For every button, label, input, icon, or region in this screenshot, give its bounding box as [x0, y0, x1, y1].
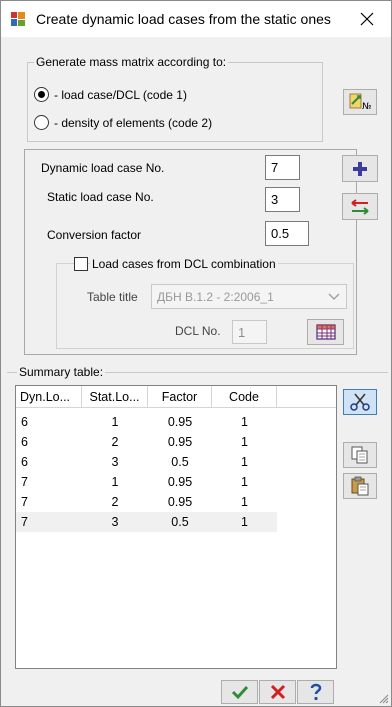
dcl-table-button[interactable] [307, 319, 344, 345]
cell-code: 1 [241, 475, 248, 489]
chevron-down-icon [328, 293, 340, 300]
ok-button[interactable] [221, 680, 258, 704]
col-dyn-load[interactable]: Dyn.Lo... [16, 386, 82, 408]
cell-dyn: 6 [21, 435, 28, 449]
cell-factor: 0.95 [167, 475, 193, 489]
dynamic-load-case-field[interactable]: 7 [265, 155, 300, 180]
table-row[interactable]: 6 1 0.95 1 [16, 412, 277, 432]
copy-button[interactable] [343, 442, 377, 468]
dcl-combination-label: Load cases from DCL combination [90, 257, 278, 271]
cell-stat: 3 [111, 455, 119, 469]
dynamic-load-case-label: Dynamic load case No. [41, 161, 165, 175]
col-code[interactable]: Code [212, 386, 277, 408]
col-factor[interactable]: Factor [148, 386, 212, 408]
cell-code: 1 [241, 435, 248, 449]
cell-factor: 0.95 [167, 495, 193, 509]
summary-legend: Summary table: [17, 365, 106, 379]
close-icon [360, 12, 374, 26]
cut-button[interactable] [343, 389, 377, 415]
scissors-icon [350, 393, 370, 411]
table-title-label: Table title [87, 290, 138, 304]
table-title-value: ДБН В.1.2 - 2:2006_1 [157, 289, 274, 304]
cell-factor: 0.95 [167, 415, 193, 429]
checkmark-icon [231, 685, 248, 700]
title-bar: Create dynamic load cases from the stati… [1, 1, 391, 37]
table-title-select[interactable]: ДБН В.1.2 - 2:2006_1 [151, 284, 347, 309]
grid-table-icon [315, 324, 336, 340]
paste-button[interactable] [343, 473, 377, 499]
cell-stat: 1 [111, 415, 119, 429]
conversion-factor-label: Conversion factor [47, 228, 142, 242]
paste-icon [351, 476, 369, 496]
cell-dyn: 7 [21, 475, 28, 489]
swap-arrows-icon [351, 198, 369, 215]
table-row[interactable]: 6 2 0.95 1 [16, 432, 277, 452]
question-icon [310, 683, 321, 701]
window-title: Create dynamic load cases from the stati… [36, 11, 331, 27]
swap-button[interactable] [342, 193, 378, 220]
dcl-combination-checkbox[interactable] [74, 257, 88, 271]
cell-code: 1 [241, 455, 248, 469]
static-load-case-label: Static load case No. [47, 190, 154, 204]
cross-icon [270, 684, 285, 700]
mass-matrix-legend: Generate mass matrix according to: [34, 55, 229, 69]
mass-matrix-group [27, 62, 323, 142]
resize-grip-icon[interactable] [379, 694, 389, 704]
cell-dyn: 7 [21, 495, 28, 509]
table-header: Dyn.Lo... Stat.Lo... Factor Code [16, 386, 336, 408]
plus-icon [353, 161, 367, 176]
cell-factor: 0.95 [167, 435, 193, 449]
table-body: 6 1 0.95 1 6 2 0.95 1 6 3 0.5 1 7 1 0.95… [16, 412, 277, 532]
col-filler [277, 386, 336, 408]
cancel-button[interactable] [259, 680, 296, 704]
cell-stat: 2 [111, 435, 119, 449]
radio-load-case[interactable] [34, 87, 49, 102]
cell-dyn: 6 [21, 415, 28, 429]
table-row[interactable]: 6 3 0.5 1 [16, 452, 277, 472]
dcl-no-label: DCL No. [175, 324, 221, 338]
cell-stat: 3 [111, 515, 119, 529]
dcl-no-field[interactable]: 1 [232, 320, 267, 344]
static-load-case-field[interactable]: 3 [265, 187, 300, 212]
cell-dyn: 6 [21, 455, 28, 469]
svg-text:№: № [362, 102, 371, 112]
radio-density[interactable] [34, 115, 49, 130]
mass-matrix-button[interactable]: № [343, 89, 377, 115]
radio-load-case-label: - load case/DCL (code 1) [54, 88, 187, 102]
close-button[interactable] [344, 1, 390, 37]
table-row[interactable]: 7 1 0.95 1 [16, 472, 277, 492]
table-row-selected[interactable]: 7 3 0.5 1 [16, 512, 277, 532]
copy-icon [351, 446, 368, 464]
cell-code: 1 [241, 515, 248, 529]
col-stat-load[interactable]: Stat.Lo... [82, 386, 148, 408]
app-icon [10, 11, 26, 27]
cell-code: 1 [241, 495, 248, 509]
book-number-icon: № [349, 93, 371, 112]
table-row[interactable]: 7 2 0.95 1 [16, 492, 277, 512]
cell-stat: 2 [111, 495, 119, 509]
conversion-factor-field[interactable]: 0.5 [265, 221, 309, 246]
radio-density-label: - density of elements (code 2) [54, 116, 213, 130]
cell-stat: 1 [111, 475, 119, 489]
cell-factor: 0.5 [171, 515, 189, 529]
cell-dyn: 7 [21, 515, 28, 529]
help-button[interactable] [297, 680, 334, 704]
cell-code: 1 [241, 415, 248, 429]
add-button[interactable] [342, 155, 378, 182]
cell-factor: 0.5 [171, 455, 189, 469]
summary-table[interactable]: Dyn.Lo... Stat.Lo... Factor Code 6 1 0.9… [15, 385, 337, 669]
